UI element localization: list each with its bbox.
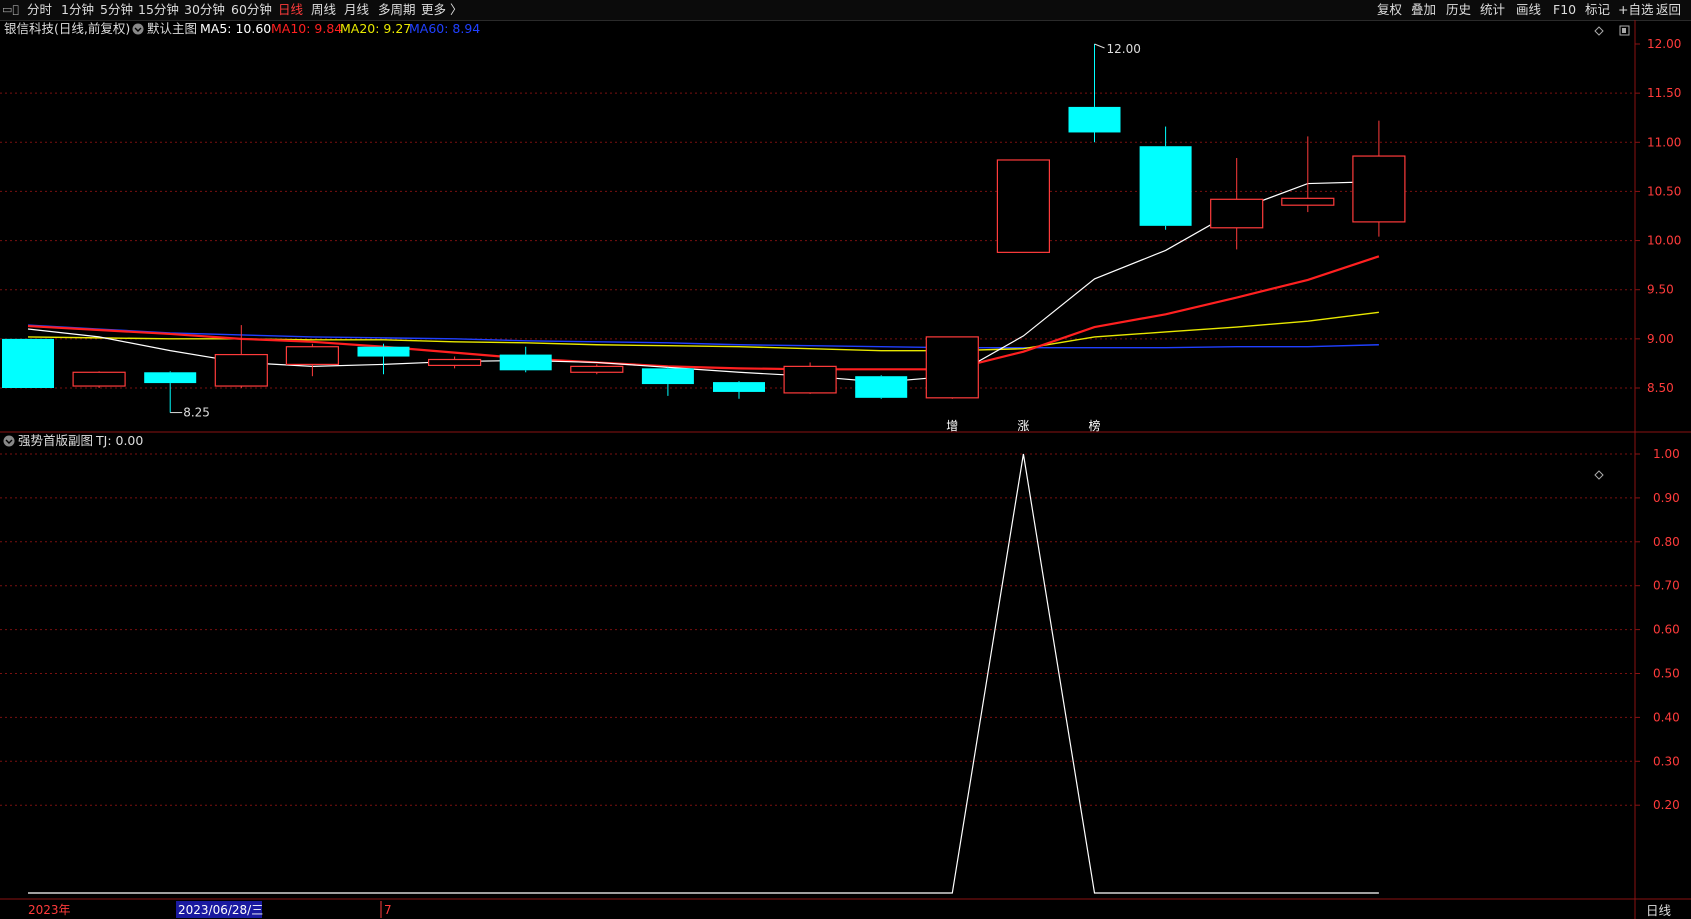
year-label: 2023年 (28, 903, 71, 917)
candle[interactable] (855, 375, 908, 399)
cursor-date: 2023/06/28/三 (178, 903, 263, 917)
candle[interactable] (357, 343, 410, 375)
chart-canvas[interactable]: 12.00 11.50 11.00 10.50 10.00 9.50 9.00 8.50 1.… (0, 0, 1691, 919)
candle-body-up (428, 358, 482, 366)
candle-body-up (1352, 155, 1406, 223)
sub-diamond-icon[interactable] (1594, 470, 1604, 480)
high-price-label: 12.00 (1107, 42, 1141, 56)
candle[interactable] (1210, 158, 1264, 250)
sub-tick: 0.90 (1653, 491, 1680, 505)
sub-tick: 0.80 (1653, 535, 1680, 549)
price-tick: 9.50 (1647, 283, 1674, 297)
ma10-label: MA10: 9.84 (271, 21, 342, 36)
candle-body-up (996, 159, 1051, 253)
main-chart-name[interactable]: 默认主图 (147, 21, 197, 36)
candle-body-down (357, 346, 410, 357)
stock-title: 银信科技(日线,前复权) (4, 21, 130, 36)
ma60-label: MA60: 8.94 (409, 21, 480, 36)
candle-body-up (783, 365, 837, 394)
price-tick: 9.00 (1647, 332, 1674, 346)
sub-tick: 0.60 (1653, 623, 1680, 637)
candle-body-up (1210, 198, 1264, 229)
main-price-axis: 12.00 11.50 11.00 10.50 10.00 9.50 9.00 8.50 (1635, 37, 1681, 395)
candle-body-down (499, 354, 552, 371)
candle-body-down (144, 372, 197, 384)
period-label[interactable]: 日线 (1646, 903, 1672, 918)
candle[interactable] (570, 364, 624, 375)
month-label: 7 (384, 903, 392, 917)
sub-value-axis: 1.00 0.90 0.80 0.70 0.60 0.50 0.40 0.30 0.20 (1635, 447, 1680, 812)
candle[interactable] (72, 371, 126, 388)
price-tick: 11.50 (1647, 86, 1681, 100)
price-tick: 10.00 (1647, 234, 1681, 248)
candle-body-down (1139, 146, 1192, 226)
candle-body-down (1068, 106, 1121, 133)
sub-tick: 0.30 (1653, 754, 1680, 768)
sub-tick: 1.00 (1653, 447, 1680, 461)
diamond-icon[interactable] (1594, 26, 1604, 36)
price-tick: 11.00 (1647, 135, 1681, 149)
sub-tick: 0.20 (1653, 798, 1680, 812)
candle[interactable] (1352, 120, 1406, 237)
candle[interactable] (499, 346, 552, 373)
candle-body-up (1281, 197, 1335, 206)
ma20-label: MA20: 9.27 (340, 21, 411, 36)
ma-line-ma20 (27, 311, 1379, 352)
candle-body-up (285, 346, 339, 366)
sub-tick: 0.40 (1653, 710, 1680, 724)
candle-body-up (925, 336, 979, 399)
ma-line-ma60 (27, 324, 1379, 349)
candle-body-up (214, 353, 268, 387)
ma5-label: MA5: 10.60 (200, 21, 271, 36)
candle[interactable] (996, 159, 1051, 253)
candle-body-up (570, 365, 624, 373)
signal-char: 增 (946, 419, 958, 433)
price-tick: 10.50 (1647, 184, 1681, 198)
candle[interactable] (1139, 126, 1192, 230)
candle[interactable] (428, 356, 482, 369)
ma-line-ma10 (27, 255, 1380, 371)
candle[interactable] (285, 343, 339, 377)
chart-settings-icon[interactable] (132, 23, 144, 35)
candle[interactable] (1281, 136, 1335, 213)
price-tick: 12.00 (1647, 37, 1681, 51)
candle-body-down (855, 376, 908, 398)
sub-tick: 0.70 (1653, 579, 1680, 593)
candle-body-down (713, 382, 765, 392)
candle[interactable] (783, 362, 837, 394)
candle[interactable] (925, 336, 979, 399)
sub-chart-title[interactable]: 强势首版副图 (18, 433, 93, 448)
candle[interactable] (2, 338, 54, 388)
candle-body-down (2, 338, 54, 388)
sub-chart-settings-icon[interactable] (3, 435, 15, 447)
sub-tick: 0.50 (1653, 667, 1680, 681)
low-price-label: 8.25 (183, 406, 210, 420)
candle-body-up (72, 371, 126, 387)
tj-value-label: TJ: 0.00 (95, 433, 143, 448)
signal-char: 榜 (1089, 418, 1101, 433)
candle[interactable] (641, 367, 694, 396)
candle[interactable] (713, 381, 765, 399)
candle-body-down (641, 368, 694, 385)
price-tick: 8.50 (1647, 381, 1674, 395)
signal-char: 涨 (1017, 418, 1029, 433)
